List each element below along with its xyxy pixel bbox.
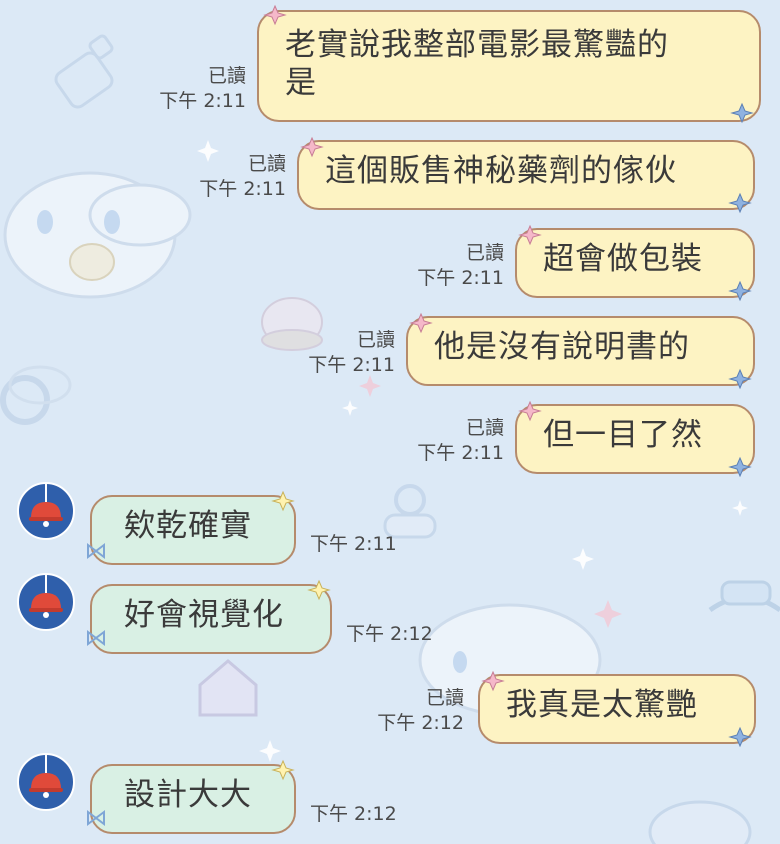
- message-text: 是: [285, 65, 317, 101]
- message-text: 他是沒有說明書的: [434, 329, 690, 365]
- message-text: 這個販售神秘藥劑的傢伙: [325, 153, 677, 189]
- incoming-message-bubble[interactable]: 好會視覺化: [90, 584, 332, 654]
- outgoing-message-bubble[interactable]: 我真是太驚艷: [478, 674, 756, 744]
- outgoing-message-bubble[interactable]: 老實說我整部電影最驚豔的 是: [257, 10, 761, 122]
- read-receipt: 已讀: [207, 65, 246, 87]
- message-time: 下午 2:11: [308, 354, 395, 376]
- message-meta: 已讀 下午 2:11: [140, 64, 246, 114]
- outgoing-message-bubble[interactable]: 這個販售神秘藥劑的傢伙: [297, 140, 755, 210]
- read-receipt: 已讀: [465, 417, 504, 439]
- message-time: 下午 2:11: [159, 90, 246, 112]
- message-meta: 已讀 下午 2:11: [398, 416, 504, 466]
- outgoing-message-bubble[interactable]: 超會做包裝: [515, 228, 755, 298]
- message-meta: 已讀 下午 2:11: [398, 241, 504, 291]
- message-time: 下午 2:12: [377, 712, 464, 734]
- lamp-icon: [29, 755, 63, 798]
- message-text: 設計大大: [124, 777, 252, 813]
- read-receipt: 已讀: [425, 687, 464, 709]
- read-receipt: 已讀: [247, 153, 286, 175]
- message-text: 但一目了然: [543, 417, 703, 453]
- message-time: 下午 2:12: [346, 623, 433, 645]
- message-meta: 已讀 下午 2:11: [289, 328, 395, 378]
- message-meta: 已讀 下午 2:11: [180, 152, 286, 202]
- message-text: 超會做包裝: [543, 241, 703, 277]
- read-receipt: 已讀: [356, 329, 395, 351]
- message-text: 好會視覺化: [124, 597, 284, 633]
- lamp-icon: [29, 484, 63, 527]
- read-receipt: 已讀: [465, 242, 504, 264]
- incoming-message-bubble[interactable]: 欸乾確實: [90, 495, 296, 565]
- contact-avatar[interactable]: [17, 753, 75, 811]
- chat-message-list[interactable]: 已讀 下午 2:11 老實說我整部電影最驚豔的 是 已讀 下午 2:11 這個販…: [0, 0, 780, 844]
- outgoing-message-bubble[interactable]: 他是沒有說明書的: [406, 316, 755, 386]
- incoming-message-bubble[interactable]: 設計大大: [90, 764, 296, 834]
- message-time: 下午 2:11: [310, 533, 397, 555]
- outgoing-message-bubble[interactable]: 但一目了然: [515, 404, 755, 474]
- message-text: 我真是太驚艷: [506, 687, 698, 723]
- message-text: 老實說我整部電影最驚豔的: [285, 27, 669, 63]
- contact-avatar[interactable]: [17, 482, 75, 540]
- message-text: 欸乾確實: [124, 508, 252, 544]
- lamp-icon: [29, 575, 63, 618]
- contact-avatar[interactable]: [17, 573, 75, 631]
- message-time: 下午 2:12: [310, 803, 397, 825]
- message-time: 下午 2:11: [417, 267, 504, 289]
- message-meta: 已讀 下午 2:12: [358, 686, 464, 736]
- message-time: 下午 2:11: [417, 442, 504, 464]
- message-time: 下午 2:11: [199, 178, 286, 200]
